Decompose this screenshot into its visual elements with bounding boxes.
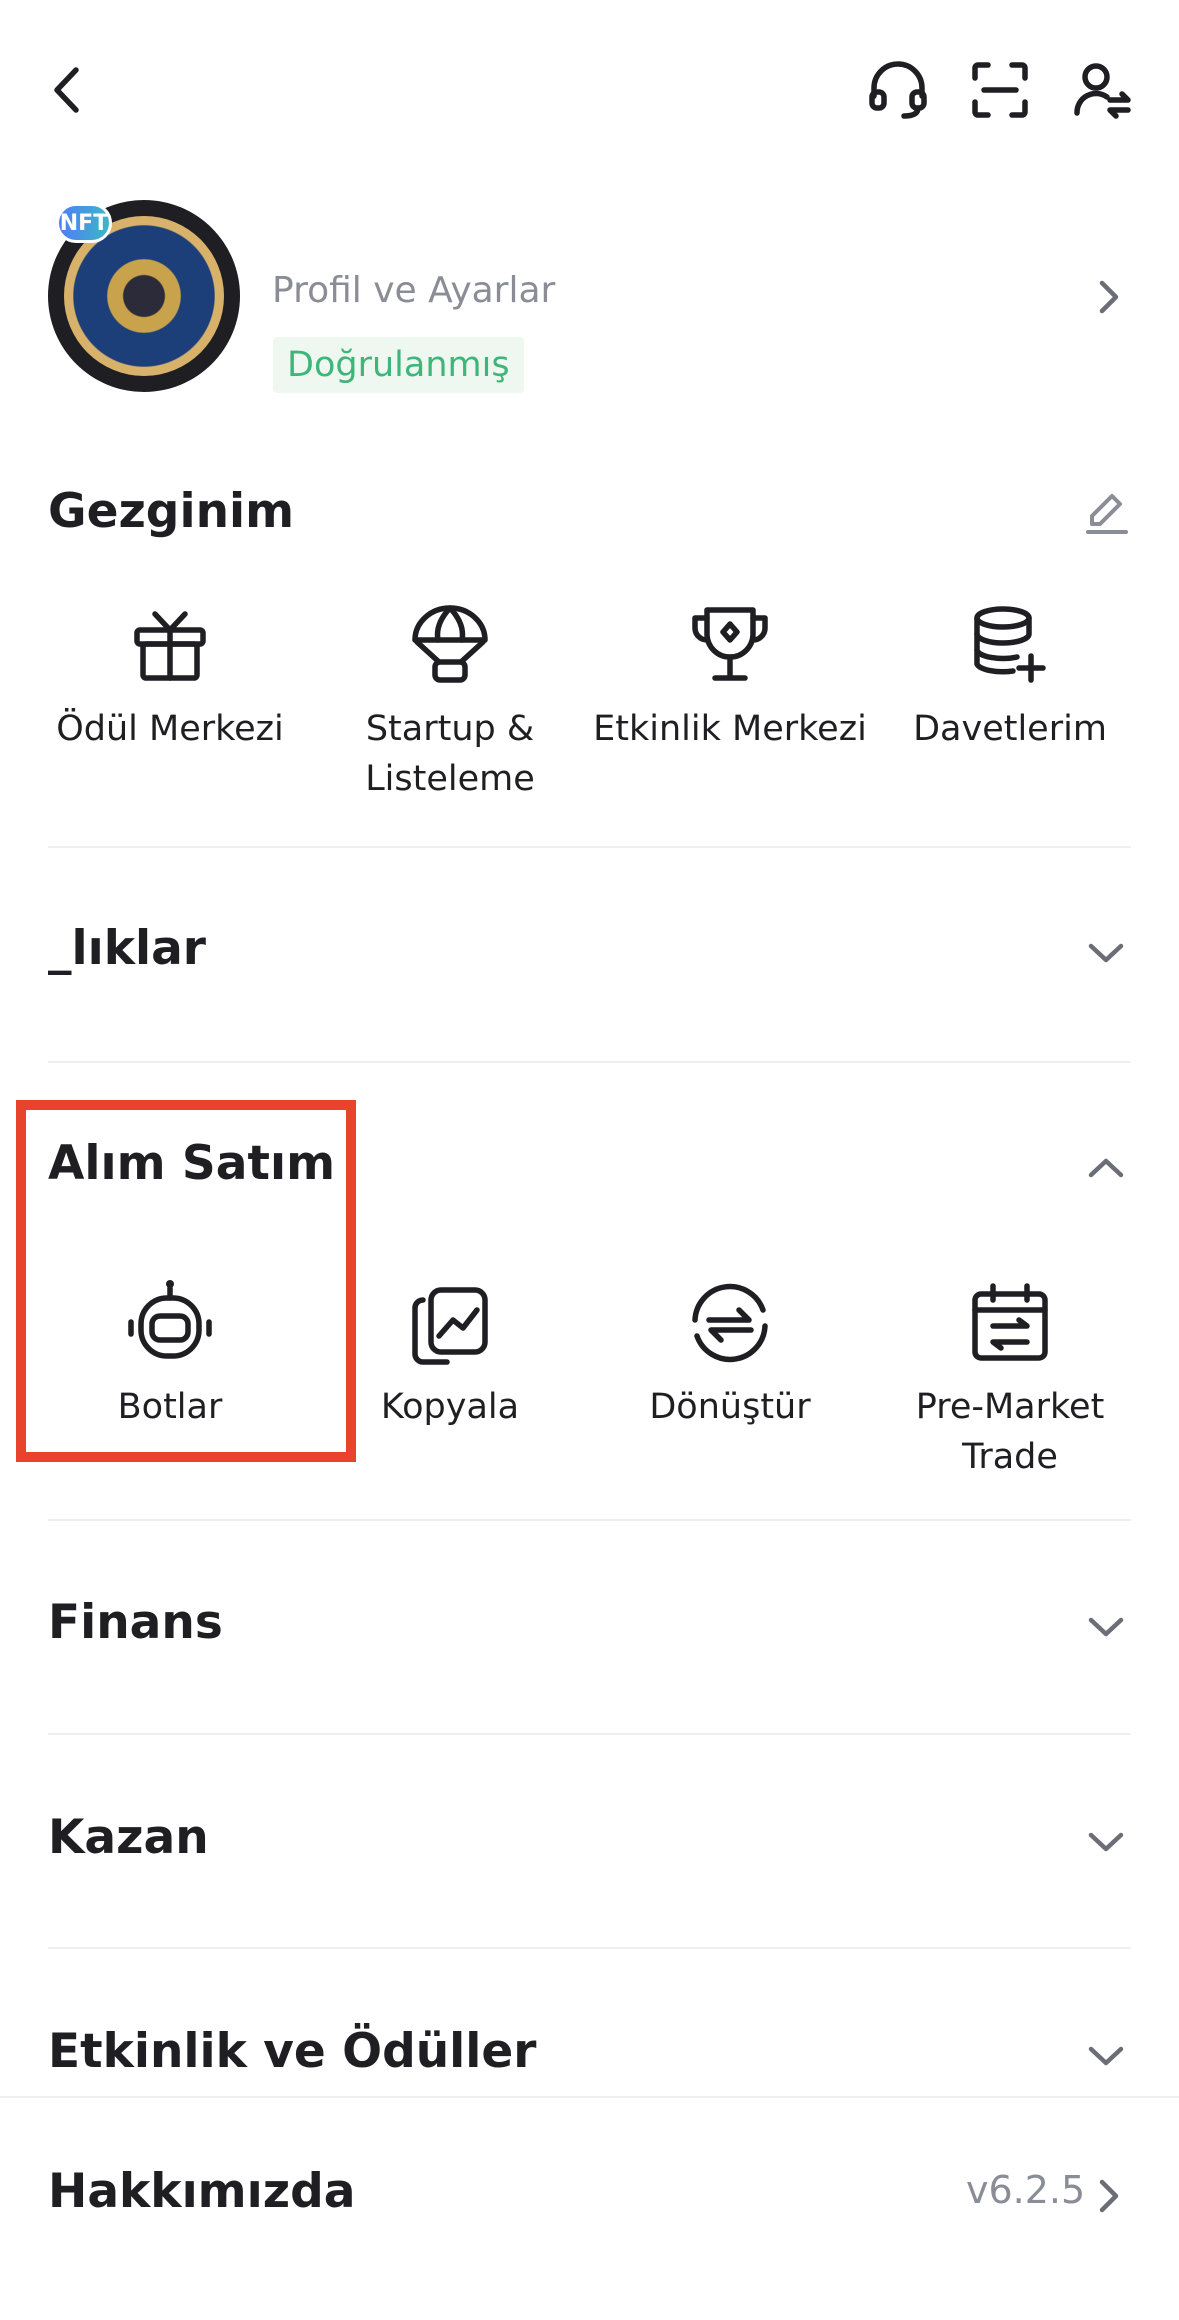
shortcut-item[interactable]: Davetlerim (870, 600, 1150, 754)
chevron-right-icon (1099, 280, 1119, 314)
trading-item-premarket[interactable]: Pre-Market Trade (870, 1278, 1150, 1482)
scan-button[interactable] (960, 50, 1040, 130)
back-button[interactable] (28, 50, 108, 130)
collapse-trading-button[interactable] (1085, 1153, 1127, 1183)
switch-account-button[interactable] (1062, 50, 1142, 130)
section-title-shortcuts: Gezginim (48, 484, 295, 539)
expand-earn-button[interactable] (1085, 1827, 1127, 1857)
copy-chart-icon (412, 1287, 488, 1365)
divider (48, 1733, 1131, 1735)
shortcut-label: Davetlerim (913, 709, 1107, 749)
shortcut-item[interactable]: Startup & Listeleme (310, 600, 590, 804)
section-title-earn[interactable]: Kazan (48, 1810, 209, 1865)
chevron-down-icon (1088, 2046, 1124, 2066)
scan-icon (972, 62, 1028, 118)
chevron-down-icon (1088, 943, 1124, 963)
shortcut-label: Startup & Listeleme (365, 709, 535, 799)
shortcut-item[interactable]: Ödül Merkezi (30, 600, 310, 754)
expand-finance-button[interactable] (1085, 1612, 1127, 1642)
divider (48, 846, 1131, 848)
parachute-icon (412, 605, 488, 683)
highlight-box (16, 1100, 356, 1462)
expand-s1-button[interactable] (1085, 938, 1127, 968)
verified-badge: Doğrulanmış (273, 337, 524, 393)
section-title-events[interactable]: Etkinlik ve Ödüller (48, 2024, 536, 2079)
trading-item-label: Pre-Market Trade (915, 1387, 1105, 1477)
nft-badge: NFT (56, 203, 112, 243)
profile-chevron[interactable] (1090, 277, 1126, 317)
profile-settings-link[interactable]: Profil ve Ayarlar (272, 270, 555, 311)
trading-item-label: Dönüştür (649, 1387, 811, 1427)
chevron-up-icon (1088, 1158, 1124, 1178)
chevron-down-icon (1088, 1832, 1124, 1852)
trophy-icon (692, 607, 768, 681)
divider (48, 1519, 1131, 1521)
trading-item-convert[interactable]: Dönüştür (590, 1278, 870, 1432)
pencil-icon (1086, 494, 1128, 534)
about-title: Hakkımızda (48, 2164, 356, 2219)
calendar-swap-icon (972, 1283, 1048, 1361)
shortcut-label: Etkinlik Merkezi (593, 709, 867, 749)
edit-shortcuts-button[interactable] (1084, 490, 1130, 536)
section-title-s1[interactable]: _lıklar (48, 921, 206, 976)
divider (48, 1061, 1131, 1063)
convert-icon (692, 1283, 768, 1363)
gift-icon (134, 611, 206, 681)
coins-plus-icon (974, 606, 1046, 683)
shortcut-item[interactable]: Etkinlik Merkezi (590, 600, 870, 754)
user-switch-icon (1074, 63, 1131, 119)
divider (48, 1947, 1131, 1949)
support-button[interactable] (858, 50, 938, 130)
section-title-finance[interactable]: Finans (48, 1595, 223, 1650)
chevron-right-icon (1099, 2179, 1119, 2213)
expand-events-button[interactable] (1085, 2041, 1127, 2071)
about-chevron[interactable] (1090, 2176, 1126, 2216)
shortcut-label: Ödül Merkezi (56, 709, 284, 749)
headset-icon (869, 61, 927, 119)
app-version: v6.2.5 (966, 2168, 1086, 2212)
chevron-down-icon (1088, 1617, 1124, 1637)
chevron-left-icon (54, 67, 79, 113)
